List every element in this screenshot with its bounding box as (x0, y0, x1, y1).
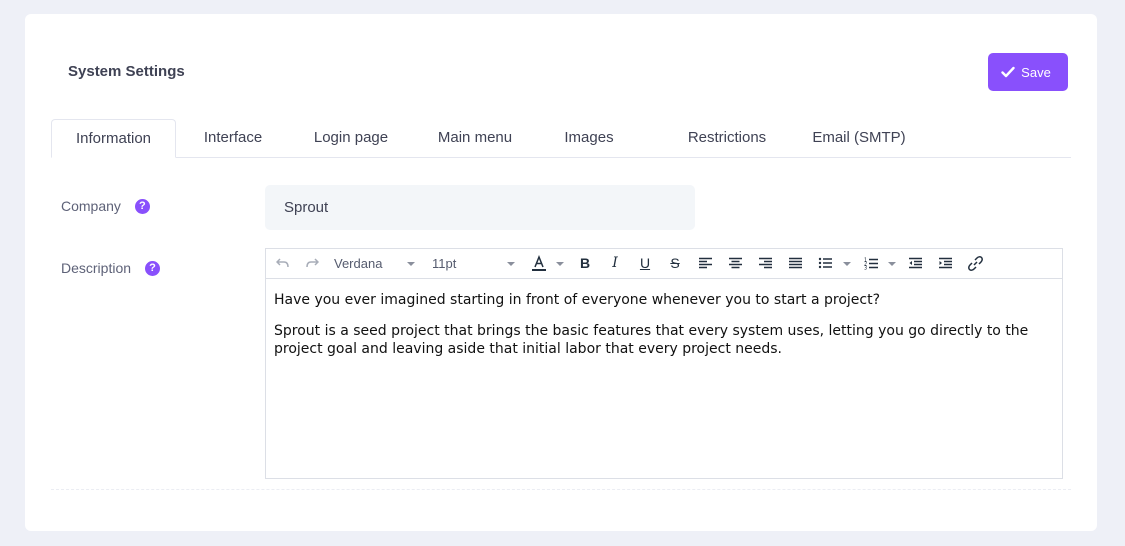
chevron-down-icon (843, 262, 851, 266)
company-input[interactable]: Sprout (265, 185, 695, 230)
page-title: System Settings (68, 63, 185, 80)
font-size-select[interactable]: 11pt (432, 249, 516, 278)
svg-text:3: 3 (864, 265, 867, 270)
editor-toolbar: Verdana 11pt B I U S 1 2 3 (266, 249, 1062, 279)
bullet-list-icon[interactable] (816, 254, 834, 272)
company-field-label: Company ? (61, 198, 150, 214)
save-button-label: Save (1021, 64, 1051, 80)
align-justify-icon[interactable] (786, 254, 804, 272)
undo-icon[interactable] (274, 254, 292, 272)
chevron-down-icon (888, 262, 896, 266)
settings-tabs: Information Interface Login page Main me… (51, 119, 1071, 158)
settings-card: System Settings Save Information Interfa… (25, 14, 1097, 531)
text-color-icon[interactable] (529, 254, 549, 272)
editor-paragraph: Sprout is a seed project that brings the… (274, 323, 1029, 357)
help-icon[interactable]: ? (145, 260, 161, 276)
tab-main-menu[interactable]: Main menu (425, 119, 525, 157)
rich-text-editor: Verdana 11pt B I U S 1 2 3 Have you ever… (265, 248, 1063, 479)
italic-icon[interactable]: I (606, 254, 624, 272)
tab-email-smtp[interactable]: Email (SMTP) (799, 119, 919, 157)
tab-restrictions[interactable]: Restrictions (657, 119, 797, 157)
tab-login-page[interactable]: Login page (301, 119, 401, 157)
font-family-value: Verdana (334, 256, 383, 271)
form-divider (51, 489, 1071, 490)
editor-content[interactable]: Have you ever imagined starting in front… (266, 279, 1062, 383)
align-center-icon[interactable] (726, 254, 744, 272)
tab-images[interactable]: Images (549, 119, 629, 157)
help-icon[interactable]: ? (134, 198, 150, 214)
font-family-select[interactable]: Verdana (334, 249, 418, 278)
chevron-down-icon (507, 262, 515, 266)
save-button[interactable]: Save (988, 53, 1068, 91)
tab-interface[interactable]: Interface (188, 119, 278, 157)
chevron-down-icon (556, 262, 564, 266)
outdent-icon[interactable] (906, 254, 924, 272)
redo-icon[interactable] (303, 254, 321, 272)
indent-icon[interactable] (936, 254, 954, 272)
bold-icon[interactable]: B (576, 254, 594, 272)
company-label-text: Company (61, 198, 121, 214)
chevron-down-icon (407, 262, 415, 266)
link-icon[interactable] (966, 254, 984, 272)
font-size-value: 11pt (432, 256, 457, 271)
tab-information[interactable]: Information (51, 119, 176, 158)
align-right-icon[interactable] (756, 254, 774, 272)
numbered-list-icon[interactable]: 123 (862, 254, 880, 272)
description-field-label: Description ? (61, 260, 161, 276)
check-icon (1001, 66, 1015, 78)
align-left-icon[interactable] (696, 254, 714, 272)
underline-icon[interactable]: U (636, 254, 654, 272)
description-label-text: Description (61, 260, 132, 276)
editor-paragraph: Have you ever imagined starting in front… (274, 292, 881, 308)
strikethrough-icon[interactable]: S (666, 254, 684, 272)
